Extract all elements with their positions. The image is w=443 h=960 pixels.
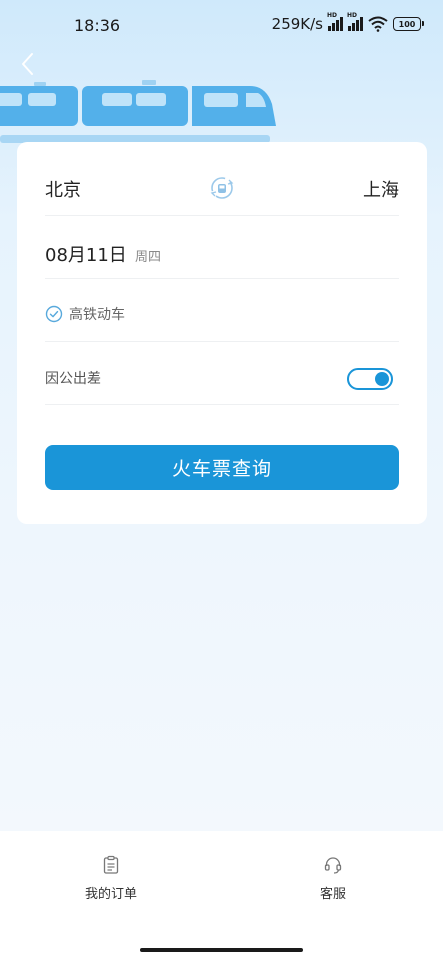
business-trip-label: 因公出差 (45, 371, 101, 387)
high-speed-filter-label: 高铁动车 (69, 307, 125, 323)
check-circle-icon[interactable] (45, 305, 63, 323)
wifi-icon (368, 16, 388, 32)
home-indicator[interactable] (140, 948, 303, 952)
signal-icon: HD (327, 12, 343, 31)
nav-customer-service-label: 客服 (319, 887, 346, 902)
business-trip-toggle[interactable] (347, 368, 393, 390)
date-row[interactable]: 08月11日 周四 (45, 216, 399, 279)
departure-city[interactable]: 北京 (45, 176, 81, 202)
weekday-label: 周四 (135, 250, 162, 265)
signal-icon-2: HD (347, 12, 363, 31)
swap-cities-icon[interactable] (209, 175, 235, 201)
nav-my-orders[interactable]: 我的订单 (66, 855, 156, 902)
status-bar: 18:36 259K/s HD HD 100 (0, 0, 443, 50)
search-card: 北京 上海 08月11日 周四 高铁动车 因公出差 火车票查询 (17, 142, 427, 524)
status-icons: 259K/s HD HD 100 (271, 12, 424, 33)
nav-my-orders-label: 我的订单 (84, 887, 137, 902)
arrival-city[interactable]: 上海 (363, 176, 399, 202)
business-trip-row: 因公出差 (45, 342, 399, 405)
train-ticket-search-button[interactable]: 火车票查询 (45, 445, 399, 490)
bottom-navigation: 我的订单 客服 (0, 831, 443, 960)
city-row: 北京 上海 (45, 142, 399, 216)
train-type-row[interactable]: 高铁动车 (45, 279, 399, 342)
toggle-knob (375, 372, 389, 386)
status-time: 18:36 (74, 16, 121, 35)
battery-icon: 100 (393, 17, 424, 31)
headset-icon (324, 857, 342, 874)
clipboard-icon (103, 855, 119, 874)
departure-date: 08月11日 (45, 245, 127, 266)
nav-customer-service[interactable]: 客服 (288, 855, 378, 902)
network-speed: 259K/s (271, 15, 323, 33)
